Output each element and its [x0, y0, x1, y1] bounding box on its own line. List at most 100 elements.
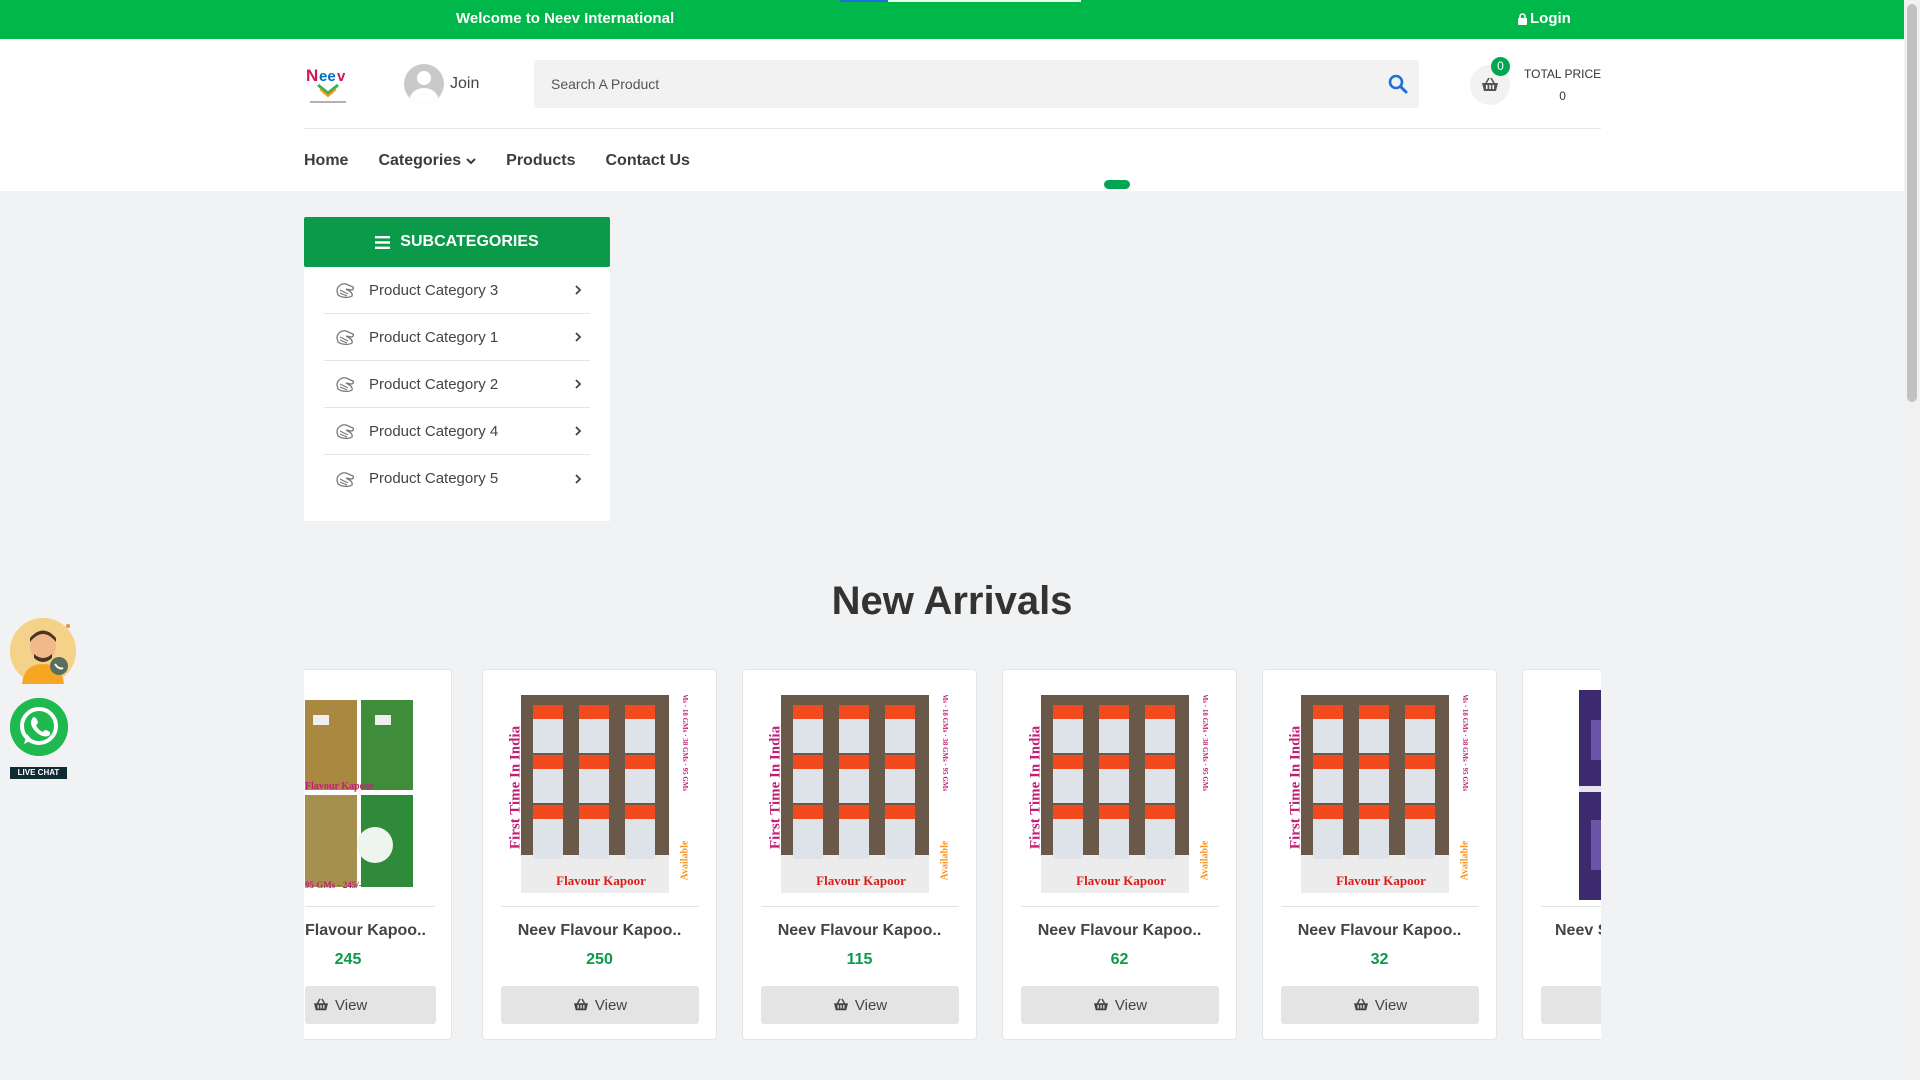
product-image: First Time In India Flavour Kapoor Avail… [763, 695, 959, 893]
image-side-text: First Time In India [1027, 725, 1044, 850]
page-scrollbar[interactable] [1904, 0, 1920, 1080]
nav-contact-us[interactable]: Contact Us [606, 152, 690, 170]
chevron-right-icon [575, 473, 582, 484]
image-right-text: Available [939, 840, 951, 881]
card-divider [1541, 906, 1601, 907]
product-name: Neev S [1555, 922, 1601, 939]
top-bar-progress [840, 0, 888, 2]
join-button[interactable]: Join [404, 64, 479, 104]
product-image: First Time In India Flavour Kapoor Avail… [1023, 695, 1219, 893]
scrollbar-thumb[interactable] [1907, 4, 1917, 402]
image-right-text: Available [1199, 840, 1211, 881]
site-header: N ee v Join 0 TOTAL PRICE 0 Home Categor… [0, 39, 1904, 191]
avatar [404, 64, 444, 104]
search-bar [534, 60, 1419, 108]
card-divider [1281, 906, 1479, 907]
card-divider [1021, 906, 1219, 907]
basket-icon [833, 998, 848, 1011]
image-right-text: Available [679, 840, 691, 881]
support-agent-avatar[interactable] [10, 618, 76, 684]
card-divider [305, 906, 435, 907]
image-bottom-text: Flavour Kapoor [1076, 873, 1166, 888]
search-input[interactable] [534, 60, 1354, 108]
card-divider [761, 906, 959, 907]
image-side-text: First Time In India [1287, 725, 1304, 850]
chevron-right-icon [575, 332, 582, 342]
category-icon [336, 330, 355, 346]
subcategory-list: Product Category 3 Product Category 1 Pr… [304, 267, 610, 521]
welcome-text: Welcome to Neev International [456, 10, 675, 27]
product-price: 115 [846, 951, 873, 968]
basket-icon [1482, 77, 1498, 91]
subcategory-label: Product Category 2 [369, 375, 499, 393]
cart-button[interactable]: 0 [1470, 57, 1510, 105]
nav-contact-us-label: Contact Us [605, 152, 690, 169]
image-sizes-text: 9 GMs · 18 GMs · 38 GMs · 95 GMs [681, 695, 689, 792]
product-image [1579, 690, 1601, 900]
basket-icon [314, 998, 328, 1011]
chevron-down-icon [466, 158, 476, 165]
section-title-new-arrivals: New Arrivals [831, 579, 1073, 623]
login-label: Login [1530, 10, 1571, 27]
product-name: Neev Flavour Kapoo.. [777, 922, 942, 939]
view-button[interactable] [1541, 986, 1601, 1024]
menu-icon [375, 235, 391, 249]
cart-count-badge: 0 [1491, 57, 1510, 76]
category-icon [336, 424, 355, 440]
basket-icon [1093, 998, 1108, 1011]
image-side-text: First Time In India [507, 725, 524, 850]
subcategory-item[interactable]: Product Category 5 [324, 455, 590, 502]
subcategory-item[interactable]: Product Category 4 [324, 408, 590, 455]
view-button[interactable]: View [1281, 986, 1479, 1024]
product-price: 250 [586, 951, 613, 968]
nav-categories-label: Categories [378, 152, 462, 169]
nav-home[interactable]: Home [304, 152, 348, 170]
product-name: Neev Flavour Kapoo.. [517, 922, 682, 939]
subcategory-item[interactable]: Product Category 1 [324, 314, 590, 361]
image-bottom-text: Flavour Kapoor [1336, 873, 1426, 888]
product-card[interactable]: First Time In India Flavour Kapoor Avail… [1262, 669, 1497, 1040]
site-logo[interactable]: N ee v [304, 63, 352, 107]
view-button-label: View [594, 996, 628, 1014]
view-button[interactable]: View [761, 986, 959, 1024]
top-bar: Welcome to Neev International Login [0, 0, 1904, 39]
product-card[interactable]: First Time In India Flavour Kapoor Avail… [1002, 669, 1237, 1040]
live-chat-label[interactable]: LIVE CHAT [10, 767, 67, 779]
product-name: Neev Flavour Kapoo.. [1297, 922, 1462, 939]
product-card[interactable]: First Time In India Flavour Kapoor Avail… [742, 669, 977, 1040]
product-card[interactable]: First Time In India Flavour Kapoor Avail… [482, 669, 717, 1040]
product-carousel: Flavour Kapoor 95 GMs - 245/- Flavour Ka… [304, 669, 1601, 1041]
view-button[interactable]: View [305, 986, 436, 1024]
subcategory-label: Product Category 4 [369, 422, 499, 440]
nav-products[interactable]: Products [506, 152, 575, 170]
nav-home-label: Home [304, 152, 349, 169]
login-link[interactable]: Login [1517, 10, 1571, 27]
product-card[interactable]: Flavour Kapoor 95 GMs - 245/- Flavour Ka… [304, 669, 452, 1040]
view-button-label: View [854, 996, 888, 1014]
nav-categories[interactable]: Categories [378, 152, 476, 170]
subcategory-item[interactable]: Product Category 2 [324, 361, 590, 408]
basket-icon [573, 998, 588, 1011]
subcategories-header[interactable]: SUBCATEGORIES [304, 217, 610, 267]
total-price-label: TOTAL PRICE [1524, 67, 1602, 81]
view-button[interactable]: View [501, 986, 699, 1024]
view-button[interactable]: View [1021, 986, 1219, 1024]
subcategories-title: SUBCATEGORIES [400, 233, 539, 250]
subcategory-label: Product Category 1 [369, 328, 499, 346]
nav-products-label: Products [506, 152, 576, 169]
join-label: Join [450, 75, 480, 92]
product-card[interactable]: Neev S [1522, 669, 1601, 1040]
view-button-label: View [1114, 996, 1148, 1014]
slider-indicator-dot[interactable] [1104, 180, 1130, 189]
search-icon[interactable] [1387, 73, 1409, 95]
image-sizes-text: 9 GMs · 18 GMs · 38 GMs · 95 GMs [941, 695, 949, 792]
chevron-right-icon [575, 426, 582, 436]
chevron-right-icon [575, 285, 582, 295]
lock-icon [1518, 12, 1527, 25]
product-image: Flavour Kapoor 95 GMs - 245/- [305, 695, 413, 893]
image-right-text: Available [1459, 840, 1471, 881]
subcategory-item[interactable]: Product Category 3 [324, 267, 590, 314]
subcategory-label: Product Category 3 [369, 281, 499, 299]
whatsapp-icon[interactable] [10, 698, 68, 756]
product-price: 62 [1110, 951, 1129, 968]
